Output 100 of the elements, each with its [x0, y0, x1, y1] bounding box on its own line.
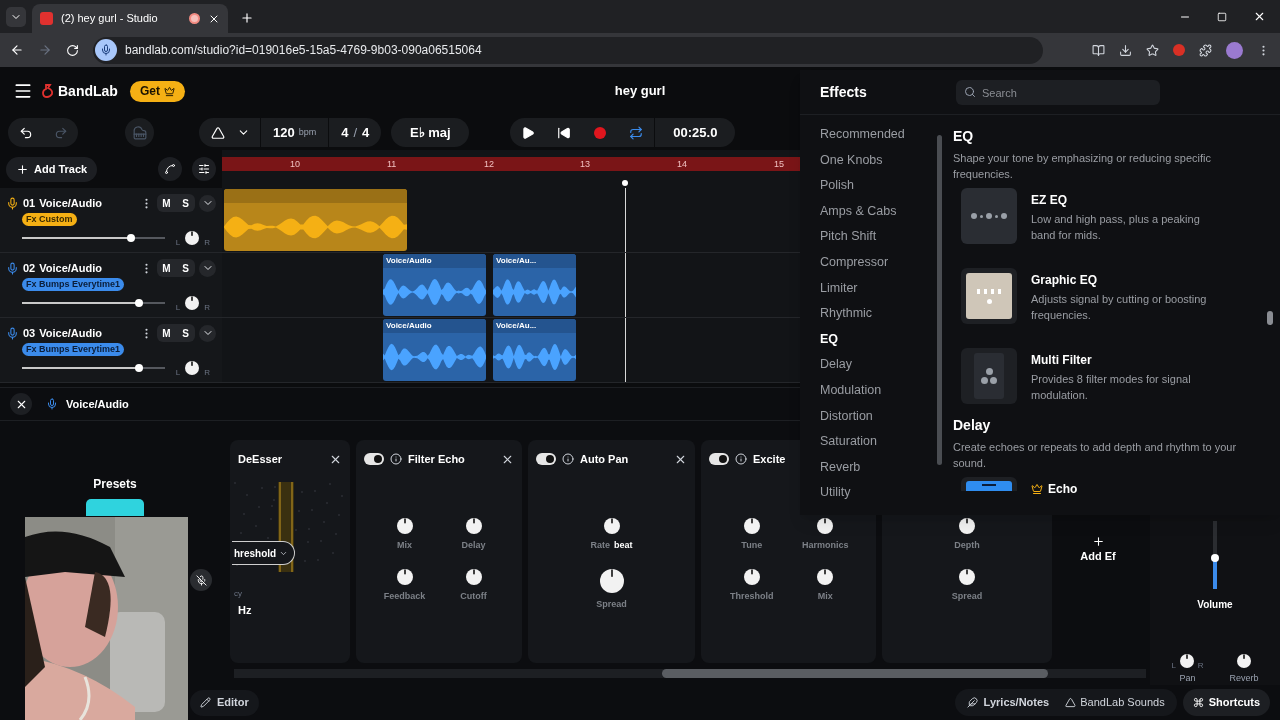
fader-thumb[interactable] — [1211, 554, 1219, 563]
new-tab-icon[interactable] — [240, 11, 254, 25]
sounds-button[interactable]: BandLab Sounds — [1057, 694, 1173, 711]
category-item[interactable]: Saturation — [800, 429, 935, 455]
effect-name[interactable]: EZ EQ — [1031, 191, 1067, 209]
knob-label: Spread — [951, 589, 983, 603]
audio-clip[interactable]: Voice/Au... — [493, 254, 576, 316]
get-button[interactable]: Get — [129, 80, 185, 102]
time-signature-field[interactable]: 4 / 4 — [329, 122, 382, 143]
audio-clip[interactable]: Voice/Au... — [493, 319, 576, 381]
bookmark-icon[interactable] — [1146, 43, 1159, 57]
solo-button[interactable]: S — [176, 324, 195, 342]
toggle-switch[interactable] — [536, 453, 556, 465]
volume-fader[interactable] — [1213, 521, 1217, 589]
category-item[interactable]: Pitch Shift — [800, 224, 935, 250]
toggle-switch[interactable] — [364, 453, 384, 465]
solo-button[interactable]: S — [176, 194, 195, 212]
track-name[interactable]: Voice/Audio — [39, 324, 102, 342]
category-item[interactable]: Polish — [800, 173, 935, 199]
slider-thumb[interactable] — [126, 234, 135, 242]
effect-thumbnail[interactable] — [961, 188, 1017, 244]
track-number: 01 — [23, 195, 36, 211]
section-title: Delay — [953, 416, 992, 434]
effect-thumbnail[interactable] — [961, 268, 1017, 324]
effect-name[interactable]: Echo — [1048, 480, 1078, 498]
extension-icon[interactable] — [1173, 44, 1185, 56]
expand-button[interactable] — [199, 194, 216, 212]
ruler[interactable]: 10 11 12 13 14 15 — [222, 157, 800, 171]
category-item[interactable]: Limiter — [800, 275, 935, 302]
mute-button[interactable]: M — [157, 259, 176, 277]
presets-title: Presets — [93, 476, 137, 493]
category-item[interactable]: EQ — [800, 326, 935, 353]
close-button[interactable] — [10, 393, 32, 415]
reload-icon[interactable] — [66, 43, 79, 57]
key-button[interactable]: E♭ maj — [391, 118, 470, 147]
editor-button[interactable]: Editor — [190, 689, 259, 716]
category-item[interactable]: Delay — [800, 352, 935, 378]
fx-button[interactable] — [192, 157, 216, 181]
category-item[interactable]: Reverb — [800, 454, 935, 481]
menu-icon[interactable] — [13, 81, 33, 101]
track-number: 03 — [23, 325, 36, 341]
add-effect-label[interactable]: Add Ef — [1080, 548, 1116, 565]
fx-tag[interactable]: Fx Custom — [22, 213, 77, 226]
lyrics-button[interactable]: Lyrics/Notes — [958, 694, 1058, 711]
skip-back-icon — [557, 125, 572, 140]
category-item[interactable]: Distortion — [800, 403, 935, 430]
playhead[interactable] — [622, 180, 628, 186]
site-icon — [40, 12, 53, 25]
shortcuts-button[interactable]: Shortcuts — [1182, 689, 1270, 716]
effect-thumbnail[interactable] — [961, 348, 1017, 404]
avatar[interactable] — [1226, 41, 1243, 59]
slider-thumb[interactable] — [135, 299, 144, 307]
mute-video-button[interactable] — [190, 569, 212, 591]
info-icon[interactable] — [735, 453, 747, 465]
horizontal-scrollbar[interactable] — [234, 669, 1146, 678]
close-icon[interactable] — [1253, 10, 1266, 23]
fx-tag[interactable]: Fx Bumps Everytime1 — [22, 343, 125, 356]
install-icon[interactable] — [1119, 43, 1132, 57]
maximize-icon[interactable] — [1217, 11, 1227, 22]
expand-button[interactable] — [199, 324, 216, 342]
plus-icon[interactable] — [1091, 535, 1105, 548]
back-icon[interactable] — [10, 43, 24, 57]
solo-button[interactable]: S — [176, 259, 195, 277]
info-icon[interactable] — [562, 453, 574, 465]
mute-button[interactable]: M — [157, 194, 176, 212]
automation-button[interactable] — [158, 157, 182, 181]
tempo-field[interactable]: 120 bpm — [260, 118, 330, 147]
track-name[interactable]: Voice/Audio — [39, 194, 102, 212]
expand-button[interactable] — [199, 259, 216, 277]
clip-label: Voice/Au... — [496, 255, 538, 267]
mute-button[interactable]: M — [157, 324, 176, 342]
category-item[interactable]: Compressor — [800, 249, 935, 276]
plus-icon — [16, 162, 29, 176]
extensions-icon[interactable] — [1199, 43, 1212, 57]
threshold-selector[interactable]: hreshold — [232, 541, 296, 565]
audio-clip[interactable] — [224, 189, 407, 251]
search-field[interactable]: Search — [956, 80, 1160, 105]
category-item[interactable]: Utility — [800, 480, 935, 506]
mic-icon — [46, 398, 58, 410]
track-name[interactable]: Voice/Audio — [39, 259, 102, 277]
audio-clip[interactable]: Voice/Audio — [383, 254, 486, 316]
category-item[interactable]: Rhythmic — [800, 301, 935, 327]
forward-icon[interactable] — [38, 43, 52, 57]
address-field[interactable]: bandlab.com/studio?id=019016e5-15a5-4769-9b03-090a06515064 — [93, 36, 1043, 64]
category-item[interactable]: Modulation — [800, 377, 935, 404]
preset-tile[interactable] — [86, 499, 144, 516]
toggle-switch[interactable] — [709, 453, 729, 465]
browser-tab[interactable]: (2) hey gurl - Studio — [32, 4, 228, 33]
reader-icon[interactable] — [1092, 43, 1105, 57]
category-item[interactable]: Recommended — [800, 122, 935, 148]
audio-clip[interactable]: Voice/Audio — [383, 319, 486, 381]
category-item[interactable]: Amps & Cabs — [800, 198, 935, 225]
effect-name[interactable]: Multi Filter — [1031, 351, 1092, 369]
tab-list-button[interactable] — [6, 7, 26, 27]
slider-thumb[interactable] — [135, 364, 144, 372]
info-icon[interactable] — [390, 453, 402, 465]
add-track-button[interactable]: Add Track — [6, 156, 98, 182]
effect-name[interactable]: Graphic EQ — [1031, 271, 1098, 289]
fx-tag[interactable]: Fx Bumps Everytime1 — [22, 278, 125, 291]
category-item[interactable]: One Knobs — [800, 147, 935, 174]
